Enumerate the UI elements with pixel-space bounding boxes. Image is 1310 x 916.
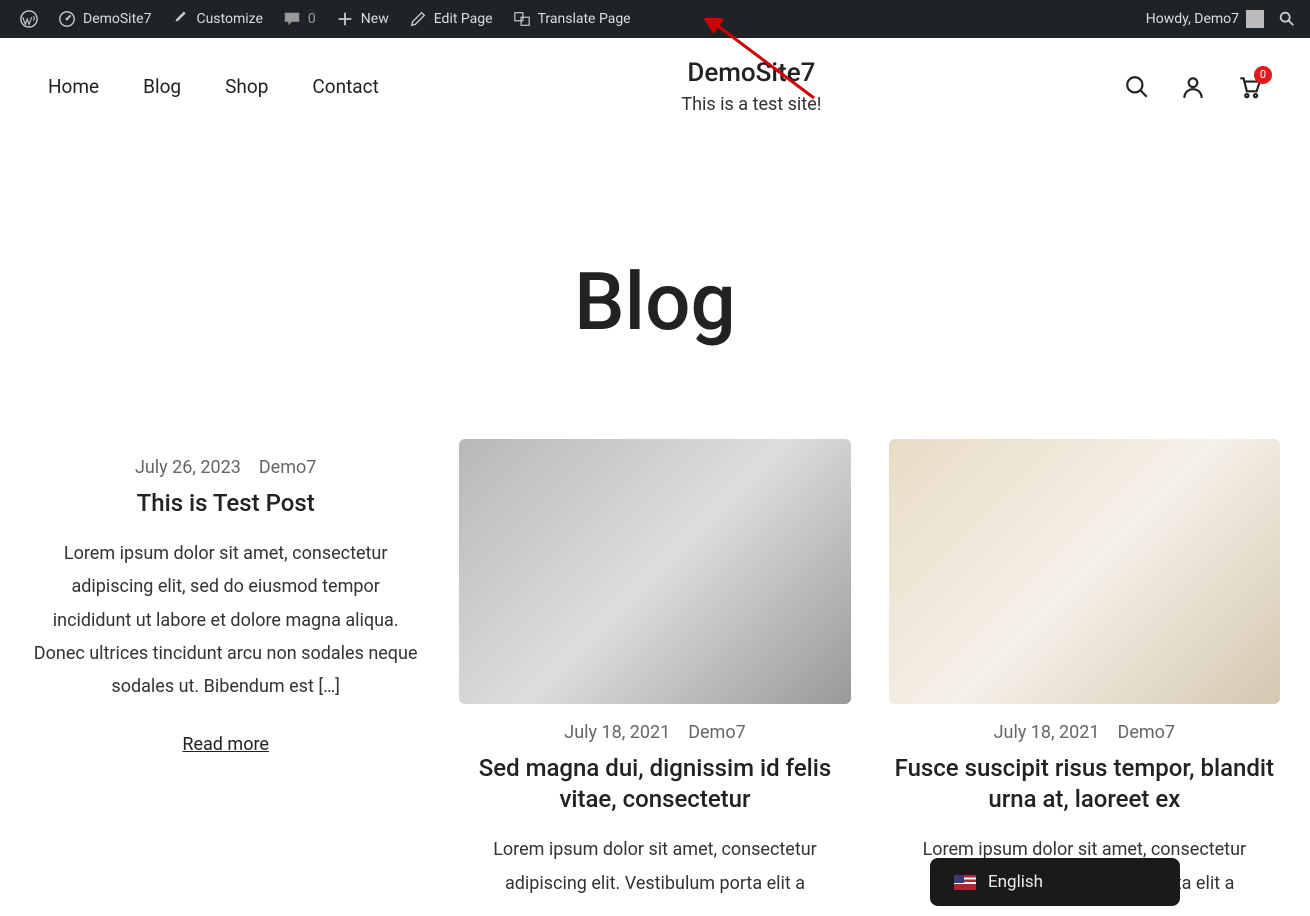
adminbar-edit-page[interactable]: Edit Page [399, 0, 503, 38]
post-meta: July 26, 2023 Demo7 [30, 457, 421, 478]
adminbar-customize-label: Customize [196, 11, 262, 27]
post-card: July 18, 2021 Demo7 Sed magna dui, digni… [459, 439, 850, 900]
post-card: July 26, 2023 Demo7 This is Test Post Lo… [30, 439, 421, 900]
language-switcher[interactable]: English [930, 858, 1180, 906]
read-more-link[interactable]: Read more [182, 734, 269, 755]
site-header: Home Blog Shop Contact DemoSite7 This is… [0, 38, 1310, 135]
nav-home[interactable]: Home [48, 75, 99, 98]
search-icon [1278, 10, 1296, 28]
dashboard-icon [58, 10, 76, 28]
plus-icon [336, 10, 354, 28]
post-thumbnail[interactable] [889, 439, 1280, 704]
account-button[interactable] [1180, 74, 1206, 100]
wordpress-icon [20, 10, 38, 28]
post-title[interactable]: This is Test Post [30, 488, 421, 519]
adminbar-comments-count: 0 [308, 11, 316, 27]
cart-count-badge: 0 [1254, 66, 1272, 84]
adminbar-new-label: New [361, 11, 389, 27]
post-card: July 18, 2021 Demo7 Fusce suscipit risus… [889, 439, 1280, 900]
site-tagline: This is a test site! [379, 94, 1124, 115]
post-meta: July 18, 2021 Demo7 [459, 722, 850, 743]
adminbar-translate-label: Translate Page [538, 11, 631, 27]
comment-icon [283, 10, 301, 28]
post-date: July 18, 2021 [564, 722, 670, 743]
post-excerpt: Lorem ipsum dolor sit amet, consectetur … [459, 833, 850, 900]
site-identity: DemoSite7 This is a test site! [379, 58, 1124, 115]
adminbar-search[interactable] [1274, 0, 1300, 38]
post-excerpt: Lorem ipsum dolor sit amet, consectetur … [30, 537, 421, 703]
adminbar-account[interactable]: Howdy, Demo7 [1136, 0, 1274, 38]
nav-contact[interactable]: Contact [312, 75, 378, 98]
post-thumbnail[interactable] [459, 439, 850, 704]
nav-blog[interactable]: Blog [143, 75, 181, 98]
adminbar-new[interactable]: New [326, 0, 399, 38]
page-title: Blog [0, 255, 1310, 349]
post-date: July 18, 2021 [994, 722, 1100, 743]
wp-admin-bar: DemoSite7 Customize 0 New Edit Page [0, 0, 1310, 38]
avatar [1246, 10, 1264, 28]
flag-us-icon [954, 875, 976, 890]
post-author[interactable]: Demo7 [688, 722, 746, 743]
post-title[interactable]: Fusce suscipit risus tempor, blandit urn… [889, 753, 1280, 815]
adminbar-site-label: DemoSite7 [83, 11, 151, 27]
header-icons: 0 [1124, 74, 1262, 100]
post-title[interactable]: Sed magna dui, dignissim id felis vitae,… [459, 753, 850, 815]
translate-icon [513, 10, 531, 28]
post-date: July 26, 2023 [135, 457, 241, 478]
adminbar-site-name[interactable]: DemoSite7 [48, 0, 161, 38]
blog-grid: July 26, 2023 Demo7 This is Test Post Lo… [10, 439, 1300, 900]
post-author[interactable]: Demo7 [1118, 722, 1176, 743]
adminbar-comments[interactable]: 0 [273, 0, 326, 38]
nav-shop[interactable]: Shop [225, 75, 268, 98]
adminbar-customize[interactable]: Customize [161, 0, 272, 38]
pencil-icon [409, 10, 427, 28]
site-title[interactable]: DemoSite7 [379, 58, 1124, 88]
wp-logo[interactable] [10, 0, 48, 38]
brush-icon [171, 10, 189, 28]
cart-button[interactable]: 0 [1236, 74, 1262, 100]
adminbar-edit-label: Edit Page [434, 11, 493, 27]
post-author[interactable]: Demo7 [259, 457, 317, 478]
language-label: English [988, 872, 1043, 892]
header-search-button[interactable] [1124, 74, 1150, 100]
main-nav: Home Blog Shop Contact [48, 75, 379, 98]
post-meta: July 18, 2021 Demo7 [889, 722, 1280, 743]
adminbar-translate-page[interactable]: Translate Page [503, 0, 641, 38]
adminbar-greeting: Howdy, Demo7 [1146, 11, 1239, 27]
